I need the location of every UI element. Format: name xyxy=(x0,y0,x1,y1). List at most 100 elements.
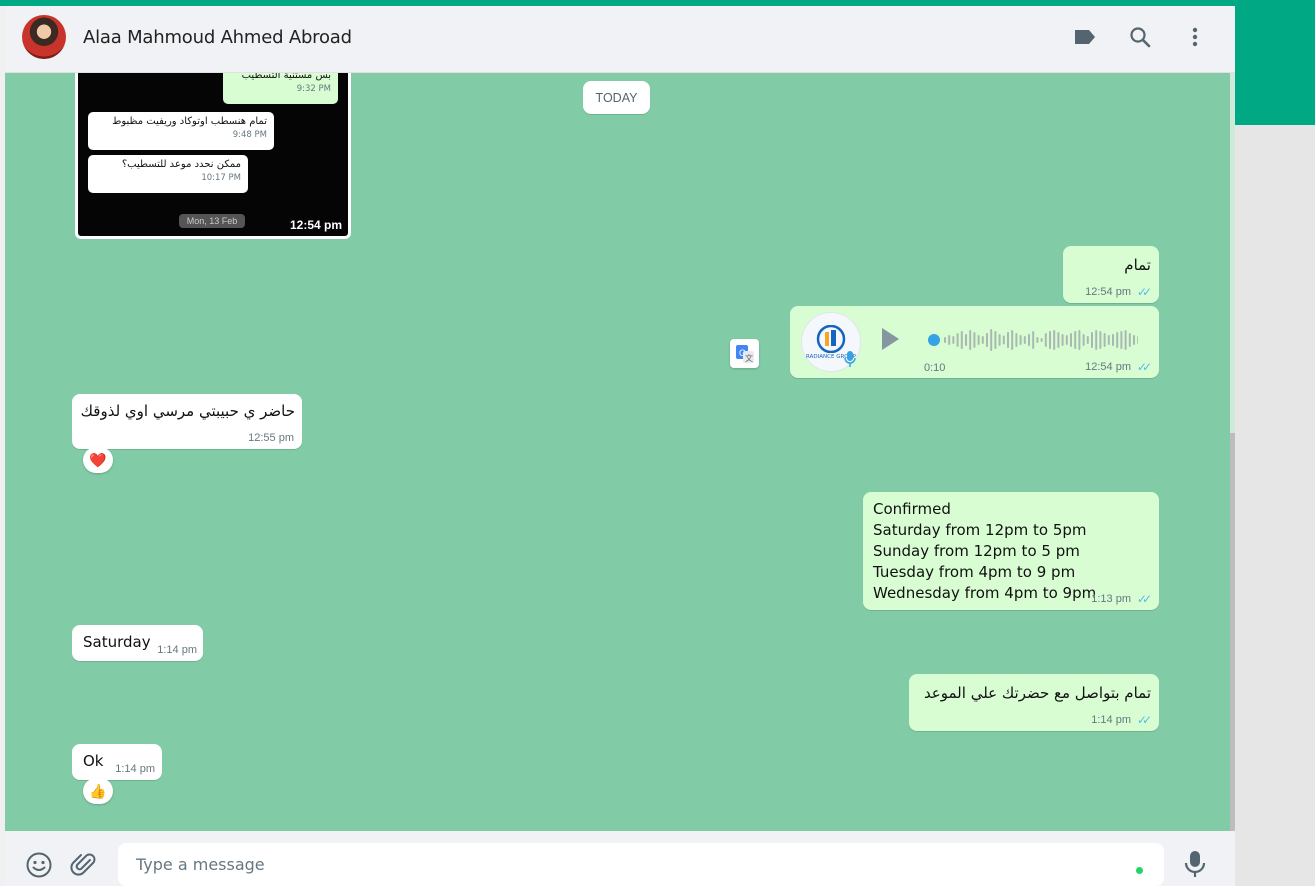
message-text: تمام xyxy=(1124,256,1151,274)
waveform-bar xyxy=(952,336,955,344)
message-text: Saturday xyxy=(83,633,151,651)
waveform-bar xyxy=(1086,336,1089,344)
waveform-bar xyxy=(956,333,959,347)
message-outgoing[interactable]: تمام 12:54 pm ✓✓ xyxy=(1063,246,1159,303)
message-line: Confirmed xyxy=(873,500,951,518)
waveform-bar xyxy=(1120,331,1123,349)
chat-scrollbar-thumb[interactable] xyxy=(1230,433,1235,831)
message-time: 12:54 pm xyxy=(1085,286,1131,298)
side-panel-header xyxy=(1235,6,1315,125)
waveform-bar xyxy=(1091,332,1093,348)
waveform-bar xyxy=(1036,337,1039,343)
screenshot-top-time: 9:32 PM xyxy=(296,84,331,94)
waveform-bar xyxy=(1137,336,1138,344)
waveform-bar xyxy=(1070,333,1072,347)
message-text: Ok xyxy=(83,752,104,770)
waveform-bar xyxy=(1002,335,1005,345)
waveform-bar xyxy=(973,332,976,348)
waveform-bar xyxy=(1082,334,1085,346)
contact-avatar[interactable] xyxy=(22,15,66,59)
waveform-bar xyxy=(1095,330,1098,350)
chat-scrollbar[interactable] xyxy=(1230,73,1235,831)
waveform-bar xyxy=(948,335,951,345)
read-ticks-icon: ✓✓ xyxy=(1136,360,1152,374)
waveform-bar xyxy=(981,336,984,344)
chat-header[interactable]: Alaa Mahmoud Ahmed Abroad xyxy=(5,6,1235,73)
waveform-bar xyxy=(1061,334,1064,346)
search-icon[interactable] xyxy=(1125,22,1155,52)
waveform-bar xyxy=(1019,335,1022,345)
waveform-bar xyxy=(1074,331,1077,349)
translate-icon[interactable]: G文 xyxy=(730,339,759,368)
waveform-bar xyxy=(1103,333,1106,347)
waveform-bar xyxy=(1015,333,1018,347)
waveform-bar xyxy=(1065,335,1068,345)
read-ticks-icon: ✓✓ xyxy=(1136,713,1152,727)
message-incoming[interactable]: Ok 1:14 pm xyxy=(72,744,162,780)
waveform-bar xyxy=(1107,335,1110,345)
input-status-dot xyxy=(1136,867,1143,874)
read-ticks-icon: ✓✓ xyxy=(1136,592,1152,606)
waveform-bar xyxy=(1023,336,1026,344)
screenshot-top-text: بس مستنية التسطيب xyxy=(241,73,331,81)
svg-text:文: 文 xyxy=(745,353,753,363)
voice-message[interactable]: RADIANCE GROUP 0:10 12:54 pm ✓✓ xyxy=(790,306,1159,378)
image-message[interactable]: بس مستنية التسطيب 9:32 PM تمام هنسطب اوت… xyxy=(75,73,351,239)
waveform-bar xyxy=(990,329,993,351)
reaction-thumbs-up-icon[interactable]: 👍 xyxy=(83,778,113,804)
waveform-bar xyxy=(965,334,967,346)
message-text-block: Confirmed Saturday from 12pm to 5pm Sund… xyxy=(873,499,1096,604)
waveform-bar xyxy=(1049,331,1051,349)
compose-bar xyxy=(5,831,1235,886)
waveform-bar xyxy=(1133,335,1135,345)
microphone-icon[interactable] xyxy=(1183,849,1213,881)
waveform-bar xyxy=(1032,331,1035,349)
kebab-menu-icon[interactable] xyxy=(1180,22,1210,52)
message-outgoing[interactable]: تمام بتواصل مع حضرتك علي الموعد 1:14 pm … xyxy=(909,674,1159,731)
waveform-bar xyxy=(1128,333,1131,347)
waveform-bar xyxy=(969,330,972,350)
message-incoming[interactable]: حاضر ي حبيبتي مرسي اوي لذوقك 12:55 pm xyxy=(72,394,302,449)
message-time: 12:55 pm xyxy=(248,432,294,444)
message-outgoing[interactable]: Confirmed Saturday from 12pm to 5pm Sund… xyxy=(863,492,1159,610)
conversation-panel[interactable]: بس مستنية التسطيب 9:32 PM تمام هنسطب اوت… xyxy=(5,73,1230,831)
screenshot-msg1-time: 9:48 PM xyxy=(232,130,267,140)
waveform-bar xyxy=(1124,330,1127,350)
date-divider: TODAY xyxy=(583,81,650,114)
waveform-bar xyxy=(1057,332,1060,348)
message-time: 1:14 pm xyxy=(115,763,155,775)
waveform-bar xyxy=(1116,332,1119,348)
waveform-bar xyxy=(944,337,946,343)
screenshot-msg2-time: 10:17 PM xyxy=(201,173,241,183)
waveform-bar xyxy=(1078,330,1081,350)
reaction-heart-icon[interactable]: ❤️ xyxy=(83,447,113,473)
message-line: Wednesday from 4pm to 9pm xyxy=(873,584,1097,602)
waveform-bar xyxy=(1053,330,1056,350)
waveform-bar xyxy=(1007,332,1009,348)
message-line: Tuesday from 4pm to 9 pm xyxy=(873,563,1076,581)
side-panel-body xyxy=(1235,125,1315,886)
play-icon[interactable] xyxy=(878,325,902,353)
waveform-bar xyxy=(977,335,980,345)
waveform-bar xyxy=(960,331,963,349)
waveform-bar xyxy=(1040,338,1043,342)
waveform-bar xyxy=(986,333,988,347)
waveform[interactable] xyxy=(926,325,1138,355)
waveform-bar xyxy=(994,331,997,349)
waveform-bar xyxy=(1044,333,1047,347)
message-incoming[interactable]: Saturday 1:14 pm xyxy=(72,625,203,661)
message-line: Sunday from 12pm to 5 pm xyxy=(873,542,1080,560)
label-icon[interactable] xyxy=(1070,22,1100,52)
screenshot-msg1-text: تمام هنسطب اوتوكاد وريفيت مظبوط xyxy=(112,116,267,127)
screenshot-bubble-1: تمام هنسطب اوتوكاد وريفيت مظبوط 9:48 PM xyxy=(88,112,274,150)
attach-icon[interactable] xyxy=(70,851,100,881)
message-time: 12:54 pm xyxy=(1085,361,1131,373)
message-input[interactable] xyxy=(118,843,1164,886)
emoji-icon[interactable] xyxy=(25,851,55,881)
contact-name[interactable]: Alaa Mahmoud Ahmed Abroad xyxy=(83,27,352,48)
screenshot-date-pill: Mon, 13 Feb xyxy=(179,214,245,228)
side-panel xyxy=(1235,6,1315,886)
waveform-bar xyxy=(1112,334,1114,346)
message-time: 1:14 pm xyxy=(157,644,197,656)
read-ticks-icon: ✓✓ xyxy=(1136,285,1152,299)
